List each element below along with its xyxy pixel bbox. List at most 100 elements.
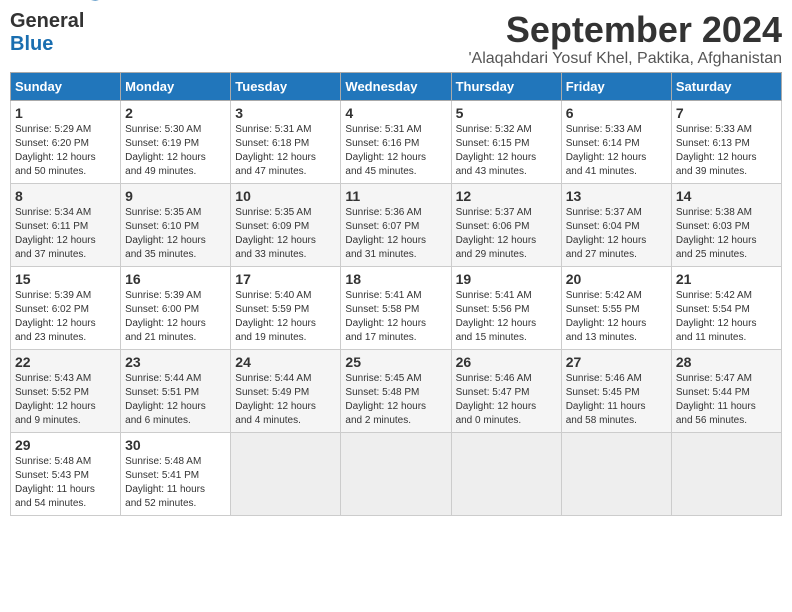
- calendar-cell: 6 Sunrise: 5:33 AM Sunset: 6:14 PM Daylig…: [561, 100, 671, 183]
- day-number: 8: [15, 188, 116, 204]
- day-number: 9: [125, 188, 226, 204]
- day-number: 13: [566, 188, 667, 204]
- day-info: Sunrise: 5:29 AM Sunset: 6:20 PM Dayligh…: [15, 123, 116, 179]
- day-info: Sunrise: 5:40 AM Sunset: 5:59 PM Dayligh…: [235, 289, 336, 345]
- calendar-cell: 27 Sunrise: 5:46 AM Sunset: 5:45 PM Dayli…: [561, 349, 671, 432]
- day-info: Sunrise: 5:42 AM Sunset: 5:55 PM Dayligh…: [566, 289, 667, 345]
- calendar-cell: 4 Sunrise: 5:31 AM Sunset: 6:16 PM Daylig…: [341, 100, 451, 183]
- day-info: Sunrise: 5:41 AM Sunset: 5:58 PM Dayligh…: [345, 289, 446, 345]
- weekday-header-monday: Monday: [121, 72, 231, 100]
- calendar-cell: 11 Sunrise: 5:36 AM Sunset: 6:07 PM Dayli…: [341, 183, 451, 266]
- weekday-header-wednesday: Wednesday: [341, 72, 451, 100]
- calendar-cell: [561, 432, 671, 515]
- calendar-cell: 20 Sunrise: 5:42 AM Sunset: 5:55 PM Dayli…: [561, 266, 671, 349]
- day-info: Sunrise: 5:41 AM Sunset: 5:56 PM Dayligh…: [456, 289, 557, 345]
- page-header: General Blue September 2024 'Alaqahdari …: [10, 10, 782, 68]
- weekday-header-thursday: Thursday: [451, 72, 561, 100]
- day-number: 6: [566, 105, 667, 121]
- calendar-cell: 28 Sunrise: 5:47 AM Sunset: 5:44 PM Dayli…: [671, 349, 781, 432]
- day-number: 3: [235, 105, 336, 121]
- day-info: Sunrise: 5:37 AM Sunset: 6:06 PM Dayligh…: [456, 206, 557, 262]
- calendar-cell: 29 Sunrise: 5:48 AM Sunset: 5:43 PM Dayli…: [11, 432, 121, 515]
- day-info: Sunrise: 5:48 AM Sunset: 5:41 PM Dayligh…: [125, 455, 226, 511]
- weekday-header-friday: Friday: [561, 72, 671, 100]
- day-number: 29: [15, 437, 116, 453]
- day-info: Sunrise: 5:36 AM Sunset: 6:07 PM Dayligh…: [345, 206, 446, 262]
- calendar-cell: 21 Sunrise: 5:42 AM Sunset: 5:54 PM Dayli…: [671, 266, 781, 349]
- day-number: 17: [235, 271, 336, 287]
- calendar-table: SundayMondayTuesdayWednesdayThursdayFrid…: [10, 72, 782, 516]
- calendar-cell: 30 Sunrise: 5:48 AM Sunset: 5:41 PM Dayli…: [121, 432, 231, 515]
- day-info: Sunrise: 5:31 AM Sunset: 6:18 PM Dayligh…: [235, 123, 336, 179]
- day-info: Sunrise: 5:48 AM Sunset: 5:43 PM Dayligh…: [15, 455, 116, 511]
- day-info: Sunrise: 5:45 AM Sunset: 5:48 PM Dayligh…: [345, 372, 446, 428]
- calendar-cell: 18 Sunrise: 5:41 AM Sunset: 5:58 PM Dayli…: [341, 266, 451, 349]
- calendar-week-3: 15 Sunrise: 5:39 AM Sunset: 6:02 PM Dayli…: [11, 266, 782, 349]
- day-number: 15: [15, 271, 116, 287]
- logo: General Blue: [10, 10, 113, 56]
- calendar-cell: 23Sunrise: 5:44 AM Sunset: 5:51 PM Dayli…: [121, 349, 231, 432]
- location-title: 'Alaqahdari Yosuf Khel, Paktika, Afghani…: [469, 50, 783, 68]
- day-info: Sunrise: 5:42 AM Sunset: 5:54 PM Dayligh…: [676, 289, 777, 345]
- day-info: Sunrise: 5:46 AM Sunset: 5:47 PM Dayligh…: [456, 372, 557, 428]
- day-number: 25: [345, 354, 446, 370]
- calendar-week-2: 8 Sunrise: 5:34 AM Sunset: 6:11 PM Daylig…: [11, 183, 782, 266]
- calendar-cell: 7Sunrise: 5:33 AM Sunset: 6:13 PM Daylig…: [671, 100, 781, 183]
- day-number: 30: [125, 437, 226, 453]
- calendar-cell: [341, 432, 451, 515]
- day-number: 21: [676, 271, 777, 287]
- weekday-header-saturday: Saturday: [671, 72, 781, 100]
- day-number: 27: [566, 354, 667, 370]
- day-number: 2: [125, 105, 226, 121]
- day-number: 5: [456, 105, 557, 121]
- day-info: Sunrise: 5:33 AM Sunset: 6:14 PM Dayligh…: [566, 123, 667, 179]
- day-info: Sunrise: 5:38 AM Sunset: 6:03 PM Dayligh…: [676, 206, 777, 262]
- logo-blue-text: Blue: [10, 33, 53, 56]
- day-info: Sunrise: 5:33 AM Sunset: 6:13 PM Dayligh…: [676, 123, 777, 179]
- day-number: 14: [676, 188, 777, 204]
- calendar-cell: 22Sunrise: 5:43 AM Sunset: 5:52 PM Dayli…: [11, 349, 121, 432]
- calendar-cell: 25 Sunrise: 5:45 AM Sunset: 5:48 PM Dayli…: [341, 349, 451, 432]
- day-number: 28: [676, 354, 777, 370]
- day-number: 11: [345, 188, 446, 204]
- calendar-cell: 9Sunrise: 5:35 AM Sunset: 6:10 PM Daylig…: [121, 183, 231, 266]
- calendar-cell: 12 Sunrise: 5:37 AM Sunset: 6:06 PM Dayli…: [451, 183, 561, 266]
- calendar-cell: 8 Sunrise: 5:34 AM Sunset: 6:11 PM Daylig…: [11, 183, 121, 266]
- calendar-week-4: 22Sunrise: 5:43 AM Sunset: 5:52 PM Dayli…: [11, 349, 782, 432]
- day-info: Sunrise: 5:30 AM Sunset: 6:19 PM Dayligh…: [125, 123, 226, 179]
- day-info: Sunrise: 5:31 AM Sunset: 6:16 PM Dayligh…: [345, 123, 446, 179]
- bird-icon: [91, 0, 113, 8]
- calendar-cell: 2 Sunrise: 5:30 AM Sunset: 6:19 PM Daylig…: [121, 100, 231, 183]
- day-number: 26: [456, 354, 557, 370]
- weekday-header-sunday: Sunday: [11, 72, 121, 100]
- calendar-cell: 15 Sunrise: 5:39 AM Sunset: 6:02 PM Dayli…: [11, 266, 121, 349]
- calendar-week-5: 29 Sunrise: 5:48 AM Sunset: 5:43 PM Dayli…: [11, 432, 782, 515]
- title-section: September 2024 'Alaqahdari Yosuf Khel, P…: [469, 10, 783, 68]
- calendar-cell: 26 Sunrise: 5:46 AM Sunset: 5:47 PM Dayli…: [451, 349, 561, 432]
- day-number: 18: [345, 271, 446, 287]
- day-number: 4: [345, 105, 446, 121]
- day-info: Sunrise: 5:34 AM Sunset: 6:11 PM Dayligh…: [15, 206, 116, 262]
- day-number: 12: [456, 188, 557, 204]
- calendar-week-1: 1Sunrise: 5:29 AM Sunset: 6:20 PM Daylig…: [11, 100, 782, 183]
- calendar-cell: [671, 432, 781, 515]
- day-number: 19: [456, 271, 557, 287]
- calendar-cell: 24Sunrise: 5:44 AM Sunset: 5:49 PM Dayli…: [231, 349, 341, 432]
- day-info: Sunrise: 5:47 AM Sunset: 5:44 PM Dayligh…: [676, 372, 777, 428]
- day-info: Sunrise: 5:37 AM Sunset: 6:04 PM Dayligh…: [566, 206, 667, 262]
- calendar-cell: 16Sunrise: 5:39 AM Sunset: 6:00 PM Dayli…: [121, 266, 231, 349]
- calendar-cell: 19 Sunrise: 5:41 AM Sunset: 5:56 PM Dayli…: [451, 266, 561, 349]
- calendar-cell: 17 Sunrise: 5:40 AM Sunset: 5:59 PM Dayli…: [231, 266, 341, 349]
- day-number: 16: [125, 271, 226, 287]
- logo-general-text: General: [10, 10, 84, 32]
- calendar-cell: 14 Sunrise: 5:38 AM Sunset: 6:03 PM Dayli…: [671, 183, 781, 266]
- day-info: Sunrise: 5:39 AM Sunset: 6:02 PM Dayligh…: [15, 289, 116, 345]
- calendar-cell: 5Sunrise: 5:32 AM Sunset: 6:15 PM Daylig…: [451, 100, 561, 183]
- calendar-cell: 3 Sunrise: 5:31 AM Sunset: 6:18 PM Daylig…: [231, 100, 341, 183]
- day-number: 20: [566, 271, 667, 287]
- month-title: September 2024: [469, 10, 783, 50]
- calendar-cell: 13 Sunrise: 5:37 AM Sunset: 6:04 PM Dayli…: [561, 183, 671, 266]
- day-info: Sunrise: 5:46 AM Sunset: 5:45 PM Dayligh…: [566, 372, 667, 428]
- calendar-cell: [231, 432, 341, 515]
- day-number: 22: [15, 354, 116, 370]
